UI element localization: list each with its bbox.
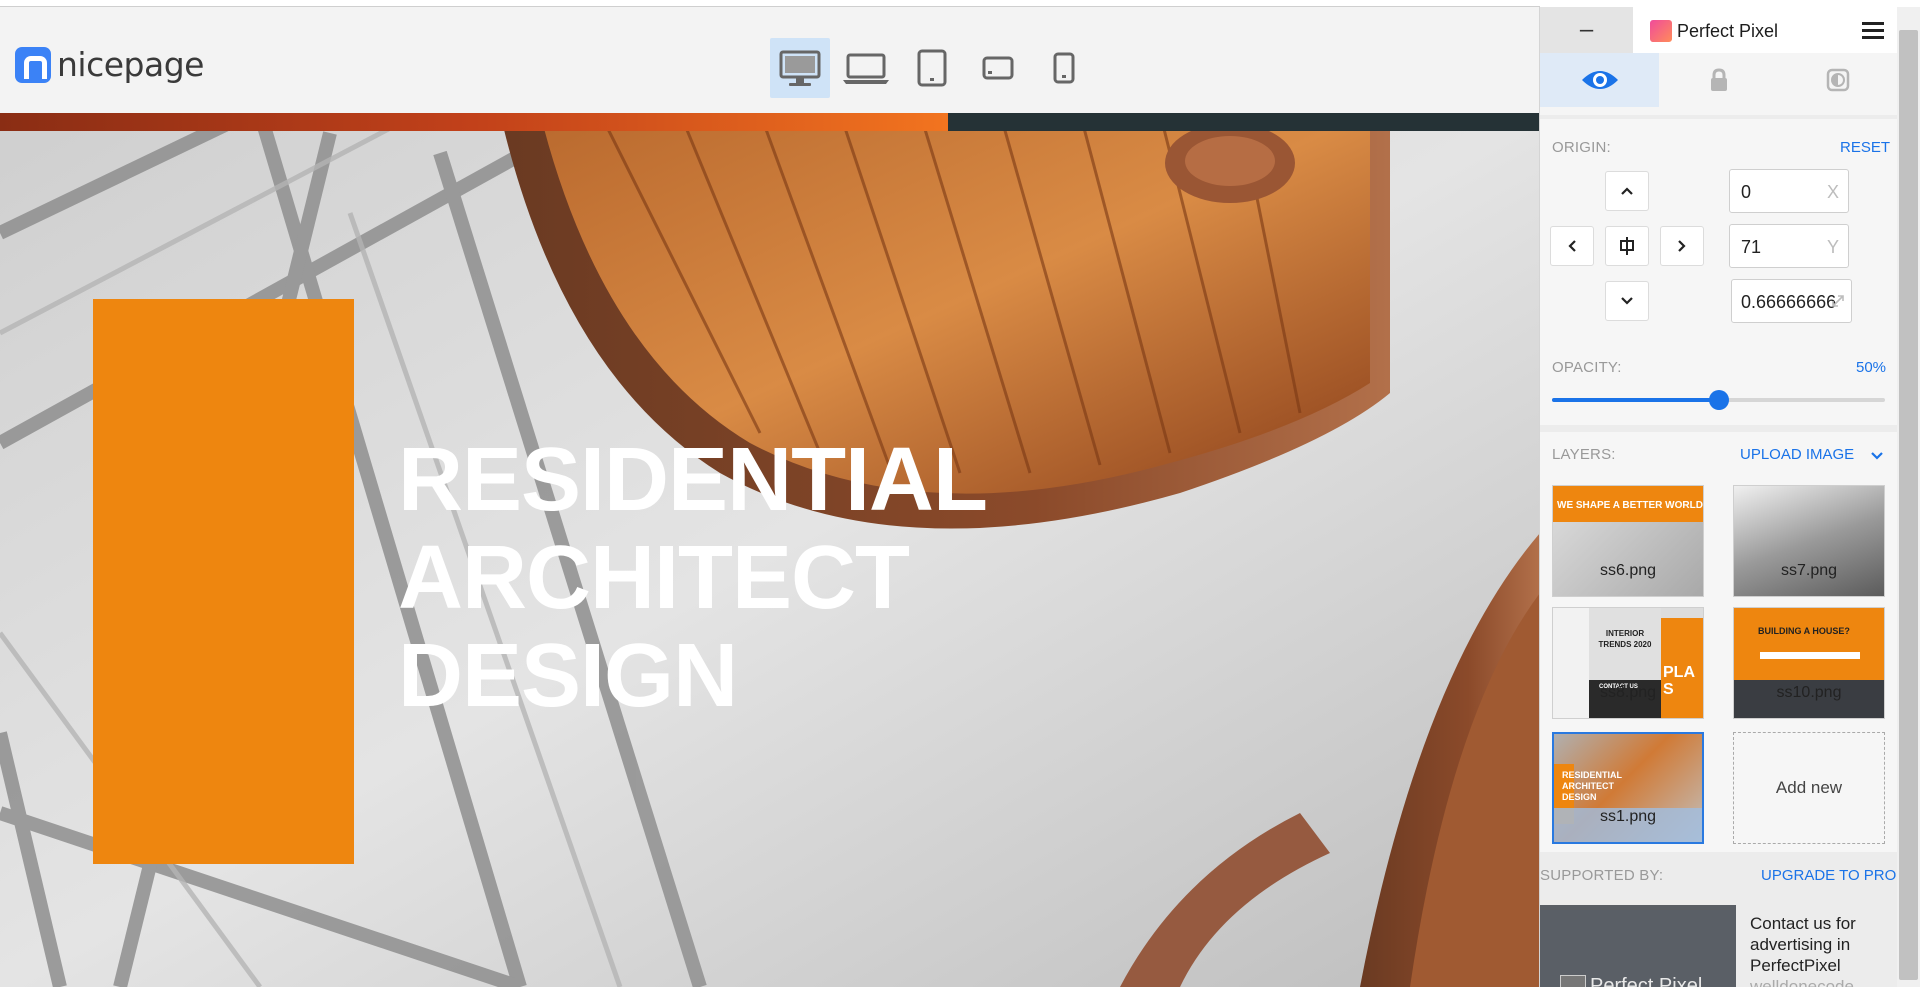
device-phone-button[interactable]	[1034, 38, 1094, 98]
origin-x-axis-label: X	[1826, 182, 1839, 202]
origin-section: ORIGIN: RESET 0 X 71 Y 0.66666666 OPACIT…	[1540, 119, 1897, 425]
tab-invert[interactable]	[1778, 53, 1897, 107]
tab-lock[interactable]	[1659, 53, 1778, 107]
lock-icon	[1710, 68, 1727, 91]
hero-section: RESIDENTIAL ARCHITECT DESIGN	[0, 113, 1540, 987]
layer-thumbnail[interactable]: BUILDING A HOUSE? ss10.png	[1733, 607, 1885, 719]
device-switcher	[770, 38, 1094, 98]
layers-label: LAYERS:	[1552, 446, 1616, 463]
page-scrollbar-thumb[interactable]	[1899, 30, 1918, 980]
layer-thumbnail[interactable]: WE SHAPE A BETTER WORLD ss6.png	[1552, 485, 1704, 597]
eye-icon	[1581, 71, 1618, 89]
chevron-down-icon[interactable]	[1870, 451, 1884, 461]
panel-brand: Perfect Pixel	[1650, 20, 1778, 42]
invert-icon	[1826, 68, 1849, 92]
chevron-up-icon	[1621, 187, 1633, 195]
layer-filename: ss7.png	[1780, 562, 1838, 579]
panel-title: Perfect Pixel	[1677, 20, 1779, 41]
layer-thumbnail[interactable]: ss7.png	[1733, 485, 1885, 597]
thumbnail-caption: RESIDENTIAL ARCHITECT DESIGN	[1562, 770, 1622, 802]
hero-orange-block	[93, 299, 354, 864]
center-icon	[1620, 237, 1634, 255]
hero-top-stripe-dark	[948, 113, 1540, 131]
device-desktop-button[interactable]	[770, 38, 830, 98]
panel-tabs	[1540, 53, 1897, 115]
origin-x-field[interactable]: 0 X	[1729, 169, 1849, 213]
perfect-pixel-logo-icon	[1650, 20, 1672, 42]
ad-image-text: Perfect Pixel	[1590, 975, 1703, 987]
perfect-pixel-panel: – Perfect Pixel ORIGIN: RESET 0 X 71 Y 0…	[1539, 7, 1897, 987]
move-up-button[interactable]	[1605, 171, 1649, 211]
opacity-slider-knob[interactable]	[1709, 390, 1729, 410]
menu-icon[interactable]	[1862, 22, 1886, 40]
tablet-landscape-icon	[982, 56, 1014, 80]
origin-y-axis-label: Y	[1826, 237, 1839, 257]
brand-name: nicepage	[57, 45, 204, 84]
hero-title-line-2: ARCHITECT	[398, 528, 910, 628]
ad-text-faded: welldonecode	[1750, 977, 1854, 987]
device-tablet-landscape-button[interactable]	[968, 38, 1028, 98]
center-button[interactable]	[1605, 226, 1649, 266]
origin-x-value: 0	[1741, 182, 1752, 202]
editor-toolbar: nicepage	[0, 7, 1540, 113]
thumbnail-panel	[1553, 608, 1589, 718]
layer-filename: ss1.png	[1599, 808, 1657, 825]
opacity-slider-fill	[1552, 398, 1719, 402]
origin-label: ORIGIN:	[1552, 139, 1611, 156]
chevron-left-icon	[1568, 240, 1576, 252]
nicepage-logo-icon	[15, 46, 51, 83]
layer-thumbnail-active[interactable]: RESIDENTIAL ARCHITECT DESIGN ss1.png	[1552, 732, 1704, 844]
device-laptop-button[interactable]	[836, 38, 896, 98]
supported-by-section: SUPPORTED BY: UPGRADE TO PRO Perfect Pix…	[1540, 857, 1897, 987]
layer-thumbnail[interactable]: INTERIOR TRENDS 2020 PLA S CONTACT US ss…	[1552, 607, 1704, 719]
phone-icon	[1053, 52, 1075, 84]
opacity-value: 50%	[1856, 359, 1887, 376]
thumbnail-caption: BUILDING A HOUSE?	[1758, 626, 1850, 636]
hero-title-line-1: RESIDENTIAL	[398, 430, 988, 530]
upload-image-button[interactable]: UPLOAD IMAGE	[1740, 446, 1854, 463]
thumbnail-caption: INTERIOR TRENDS 2020	[1598, 629, 1652, 649]
layer-filename: ss6.png	[1599, 562, 1657, 579]
layer-filename: ss8.png	[1599, 684, 1657, 701]
reset-button[interactable]: RESET	[1840, 139, 1890, 156]
resize-icon	[1832, 295, 1844, 307]
laptop-icon	[843, 53, 889, 84]
desktop-icon	[779, 50, 821, 86]
layer-filename: ss10.png	[1776, 684, 1842, 701]
supported-by-label: SUPPORTED BY:	[1540, 867, 1664, 884]
move-right-button[interactable]	[1660, 226, 1704, 266]
origin-y-field[interactable]: 71 Y	[1729, 224, 1849, 268]
scale-value: 0.66666666	[1741, 292, 1837, 312]
scale-field[interactable]: 0.66666666	[1731, 279, 1852, 323]
upgrade-to-pro-link[interactable]: UPGRADE TO PRO	[1761, 867, 1896, 884]
minimize-button[interactable]: –	[1540, 7, 1633, 53]
thumbnail-panel	[1734, 608, 1884, 680]
layers-section: LAYERS: UPLOAD IMAGE WE SHAPE A BETTER W…	[1540, 432, 1897, 852]
add-new-layer-button[interactable]: Add new	[1733, 732, 1885, 844]
tab-visibility[interactable]	[1540, 53, 1659, 107]
hero-title: RESIDENTIAL ARCHITECT DESIGN	[398, 430, 988, 726]
tablet-icon	[917, 49, 947, 87]
origin-y-value: 71	[1741, 237, 1762, 257]
opacity-label: OPACITY:	[1552, 359, 1622, 376]
hero-title-line-3: DESIGN	[398, 626, 738, 726]
move-left-button[interactable]	[1550, 226, 1594, 266]
thumbnail-image	[1553, 522, 1703, 596]
chevron-right-icon	[1678, 240, 1686, 252]
nicepage-logo[interactable]: nicepage	[15, 45, 204, 84]
ad-text[interactable]: Contact us for advertising in PerfectPix…	[1750, 913, 1890, 976]
thumbnail-caption: WE SHAPE A BETTER WORLD	[1557, 500, 1703, 511]
thumbnail-input	[1760, 652, 1860, 659]
panel-header: – Perfect Pixel	[1540, 7, 1897, 53]
device-tablet-button[interactable]	[902, 38, 962, 98]
thumbnail-image	[1734, 486, 1884, 596]
move-down-button[interactable]	[1605, 281, 1649, 321]
app-window: nicepage RESIDENTIAL ARCHITECT DESIGN – …	[0, 0, 1920, 987]
hero-top-stripe-orange	[0, 113, 948, 131]
chevron-down-icon	[1621, 297, 1633, 305]
ad-logo-icon	[1560, 975, 1586, 987]
